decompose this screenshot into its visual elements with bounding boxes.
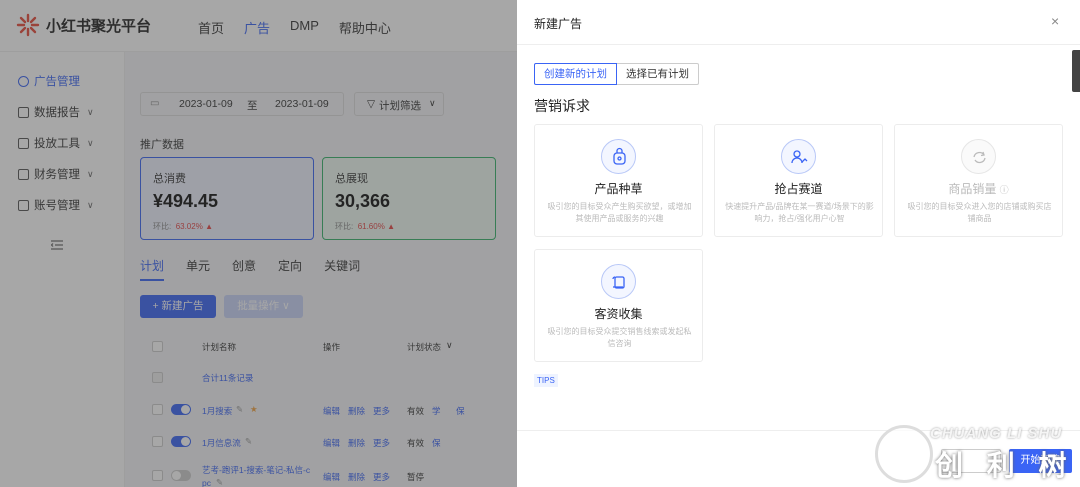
info-icon[interactable]: ⓘ bbox=[1000, 185, 1009, 195]
user-trend-icon bbox=[781, 139, 816, 174]
goal-card-track[interactable]: 抢占赛道 快速提升产品/品牌在某一赛道/场景下的影响力，抢占/强化用户心智 bbox=[714, 124, 883, 237]
refresh-icon bbox=[961, 139, 996, 174]
plan-mode-switch: 创建新的计划 选择已有计划 bbox=[534, 63, 699, 85]
select-existing-plan-option[interactable]: 选择已有计划 bbox=[617, 63, 699, 85]
watermark-text-en: CHUANG LI SHU bbox=[930, 425, 1063, 442]
scroll-icon bbox=[601, 264, 636, 299]
goal-card-sales: 商品销量 ⓘ 吸引您的目标受众进入您的店铺或购买店铺商品 bbox=[894, 124, 1063, 237]
goal-description: 吸引您的目标受众产生购买欲望，或增加其使用产品或服务的兴趣 bbox=[547, 202, 692, 223]
close-icon[interactable]: × bbox=[1051, 13, 1059, 29]
goal-description: 快速提升产品/品牌在某一赛道/场景下的影响力，抢占/强化用户心智 bbox=[725, 202, 874, 223]
marketing-goal-heading: 营销诉求 bbox=[534, 98, 590, 114]
goal-name: 抢占赛道 bbox=[774, 182, 823, 196]
goal-description: 吸引您的目标受众提交销售线索或发起私信咨询 bbox=[547, 327, 692, 348]
goal-card-product-seeding[interactable]: 产品种草 吸引您的目标受众产生购买欲望，或增加其使用产品或服务的兴趣 bbox=[534, 124, 703, 237]
goal-name: 客资收集 bbox=[594, 307, 643, 321]
watermark-text-cn: 创 利 树 bbox=[935, 450, 1075, 481]
divider bbox=[517, 44, 1080, 45]
watermark: CHUANG LI SHU 创 利 树 bbox=[875, 420, 1075, 484]
goal-name: 产品种草 bbox=[594, 182, 643, 196]
goal-name: 商品销量 ⓘ bbox=[948, 182, 1009, 196]
tips-badge: TIPS bbox=[534, 374, 558, 387]
watermark-logo bbox=[875, 425, 933, 483]
drawer-title: 新建广告 bbox=[534, 17, 583, 31]
modal-overlay[interactable] bbox=[0, 0, 517, 487]
side-widget[interactable] bbox=[1072, 50, 1080, 92]
new-ad-drawer: 新建广告 × 创建新的计划 选择已有计划 营销诉求 产品种草 吸引您的目标受众产… bbox=[517, 0, 1080, 487]
create-new-plan-option[interactable]: 创建新的计划 bbox=[534, 63, 617, 85]
bag-icon bbox=[601, 139, 636, 174]
goal-description: 吸引您的目标受众进入您的店铺或购买店铺商品 bbox=[907, 202, 1052, 223]
goal-card-leads[interactable]: 客资收集 吸引您的目标受众提交销售线索或发起私信咨询 bbox=[534, 249, 703, 362]
